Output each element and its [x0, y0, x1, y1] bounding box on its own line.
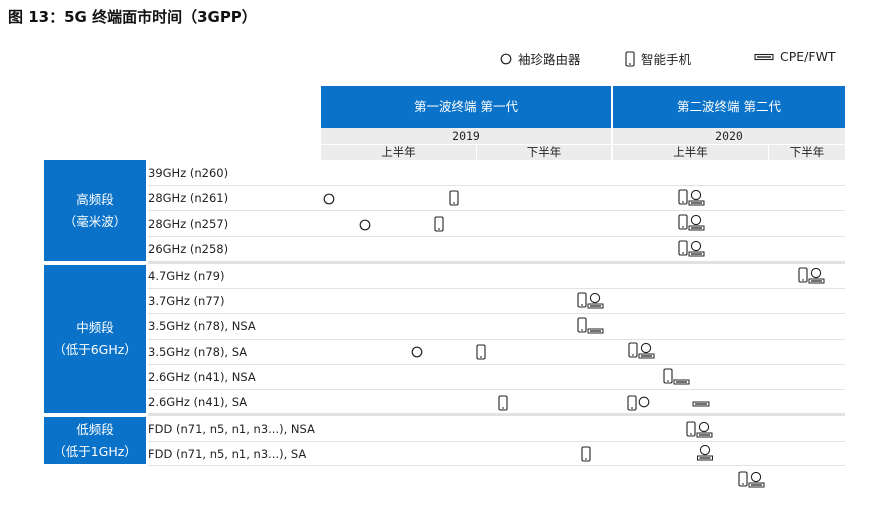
router-icon — [411, 346, 423, 358]
legend-phone: 智能手机 — [625, 49, 691, 68]
circle-router-icon — [500, 53, 512, 65]
router-icon — [323, 193, 335, 205]
year-2019: 2019 — [321, 128, 611, 144]
row-separator — [148, 339, 845, 340]
phone-router-icon — [627, 395, 651, 411]
year-2020: 2020 — [613, 128, 845, 144]
group-high-line2: （毫米波） — [63, 213, 127, 229]
row-separator — [148, 389, 845, 390]
phone-icon — [498, 395, 508, 411]
wave-header-first: 第一波终端 第一代 — [321, 86, 611, 128]
row-separator — [148, 288, 845, 289]
phone-router-cpe-icon — [798, 267, 826, 285]
row-separator — [148, 465, 845, 466]
group-separator — [148, 261, 845, 264]
router-icon — [359, 219, 371, 231]
row-separator — [148, 185, 845, 186]
phone-cpe-icon — [577, 317, 605, 335]
page-title: 图 13：5G 终端面市时间（3GPP） — [8, 8, 257, 26]
phone-cpe-icon — [663, 368, 691, 386]
phone-router-cpe-icon — [577, 292, 605, 310]
row-label-2p6ghz-n41-nsa: 2.6GHz (n41), NSA — [148, 370, 256, 384]
half-2020-h1: 上半年 — [613, 145, 768, 160]
group-separator — [148, 413, 845, 416]
legend-cpe: CPE/FWT — [754, 49, 836, 64]
row-separator — [148, 236, 845, 237]
legend-router-label: 袖珍路由器 — [518, 52, 581, 67]
cpe-icon — [692, 401, 710, 407]
phone-icon — [581, 446, 591, 462]
row-label-fdd-sa: FDD (n71, n5, n1, n3...), SA — [148, 447, 307, 461]
phone-router-cpe-icon — [738, 471, 766, 489]
row-label-28ghz-n257: 28GHz (n257) — [148, 217, 229, 231]
group-mid-line1: 中频段 — [76, 320, 114, 335]
row-label-3p7ghz-n77: 3.7GHz (n77) — [148, 294, 225, 308]
row-label-28ghz-n261: 28GHz (n261) — [148, 191, 229, 205]
group-low-band: 低频段 （低于1GHz） — [44, 417, 146, 464]
row-label-2p6ghz-n41-sa: 2.6GHz (n41), SA — [148, 395, 248, 409]
legend-cpe-label: CPE/FWT — [780, 49, 836, 64]
row-separator — [148, 364, 845, 365]
phone-router-cpe-icon — [678, 214, 706, 232]
row-label-3p5ghz-n78-nsa: 3.5GHz (n78), NSA — [148, 319, 256, 333]
row-label-39ghz-n260: 39GHz (n260) — [148, 166, 229, 180]
group-mid-line2: （低于6GHz） — [53, 342, 137, 357]
row-label-fdd-nsa: FDD (n71, n5, n1, n3...), NSA — [148, 422, 315, 436]
phone-icon — [449, 190, 459, 206]
row-separator — [148, 313, 845, 314]
phone-icon — [434, 216, 444, 232]
group-mid-band: 中频段 （低于6GHz） — [44, 265, 146, 413]
row-separator — [148, 441, 845, 442]
phone-router-cpe-icon — [686, 421, 714, 439]
row-label-26ghz-n258: 26GHz (n258) — [148, 242, 229, 256]
row-label-4p7ghz-n79: 4.7GHz (n79) — [148, 269, 225, 283]
half-2020-h2: 下半年 — [769, 145, 845, 160]
row-separator — [148, 210, 845, 211]
group-high-band: 高频段 （毫米波） — [44, 160, 146, 261]
half-2019-h2: 下半年 — [477, 145, 611, 160]
router-cpe-icon — [696, 444, 714, 462]
phone-icon — [625, 50, 635, 67]
legend-router: 袖珍路由器 — [500, 49, 581, 68]
phone-router-cpe-icon — [628, 342, 656, 360]
group-low-line1: 低频段 — [76, 421, 114, 437]
group-low-line2: （低于1GHz） — [53, 443, 137, 459]
row-label-3p5ghz-n78-sa: 3.5GHz (n78), SA — [148, 345, 248, 359]
group-high-line1: 高频段 — [76, 191, 114, 207]
phone-router-cpe-icon — [678, 240, 706, 258]
phone-icon — [476, 344, 486, 360]
phone-router-cpe-icon — [678, 189, 706, 207]
legend-phone-label: 智能手机 — [641, 52, 692, 67]
half-2019-h1: 上半年 — [321, 145, 476, 160]
cpe-icon — [754, 53, 774, 61]
wave-header-second: 第二波终端 第二代 — [613, 86, 845, 128]
